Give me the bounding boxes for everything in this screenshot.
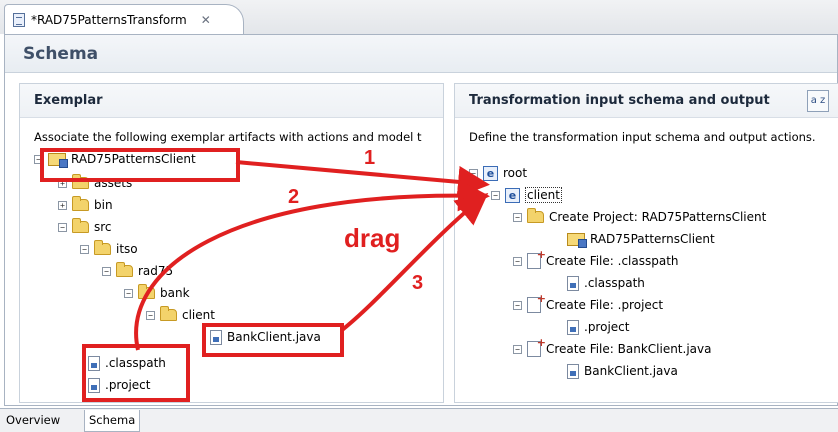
highlight-files-box xyxy=(82,344,190,402)
tree-item-label: Create File: BankClient.java xyxy=(546,342,712,356)
schema-node-project-file[interactable]: .project xyxy=(567,318,629,336)
folder-icon xyxy=(72,196,89,211)
create-file-icon xyxy=(527,292,546,313)
tree-item-label: client xyxy=(525,187,562,203)
folder-icon xyxy=(116,262,133,277)
annotation-step-2: 2 xyxy=(288,186,300,208)
collapse-icon[interactable]: − xyxy=(513,212,522,222)
create-file-icon xyxy=(527,336,546,357)
page-tab-bar: Overview Schema xyxy=(0,408,838,432)
schema-node-create-classpath[interactable]: − Create File: .classpath xyxy=(513,248,679,270)
collapse-icon[interactable]: − xyxy=(58,222,67,232)
editor-tab[interactable]: *RAD75PatternsTransform ✕ xyxy=(4,4,244,34)
tree-item-label: itso xyxy=(116,242,138,256)
project-icon xyxy=(567,232,587,248)
tree-item-label: .classpath xyxy=(584,276,645,290)
highlight-bankclient-box xyxy=(202,323,344,357)
schema-heading: Transformation input schema and output xyxy=(455,84,838,118)
expand-icon[interactable]: + xyxy=(58,200,67,210)
form-header: Schema xyxy=(5,35,837,73)
folder-icon xyxy=(94,240,111,255)
tree-item-rad75[interactable]: − rad75 xyxy=(102,262,173,280)
folder-icon xyxy=(160,306,177,321)
tree-item-src[interactable]: − src xyxy=(58,218,112,236)
folder-icon xyxy=(138,284,155,299)
document-icon xyxy=(13,12,25,27)
schema-section: Transformation input schema and output a… xyxy=(454,83,838,403)
collapse-icon[interactable]: − xyxy=(102,266,111,276)
schema-node-root[interactable]: − e root xyxy=(469,164,527,182)
element-icon: e xyxy=(483,165,498,181)
file-icon xyxy=(567,275,579,291)
editor-tab-bar: *RAD75PatternsTransform ✕ xyxy=(0,0,838,34)
tree-item-itso[interactable]: − itso xyxy=(80,240,138,258)
collapse-icon[interactable]: − xyxy=(146,310,155,320)
schema-node-create-project[interactable]: − Create Project: RAD75PatternsClient xyxy=(513,208,766,226)
collapse-icon[interactable]: − xyxy=(513,344,522,354)
collapse-icon[interactable]: − xyxy=(513,256,522,266)
collapse-icon[interactable]: − xyxy=(513,300,522,310)
schema-node-create-bankclient[interactable]: − Create File: BankClient.java xyxy=(513,336,712,358)
annotation-drag: drag xyxy=(344,223,401,253)
tree-item-client-folder[interactable]: − client xyxy=(146,306,215,324)
tree-item-label: Create Project: RAD75PatternsClient xyxy=(549,210,767,224)
collapse-icon[interactable]: − xyxy=(491,190,500,200)
collapse-icon[interactable]: − xyxy=(80,244,89,254)
folder-icon xyxy=(72,218,89,233)
tree-item-label: root xyxy=(503,166,528,180)
schema-node-bankclient[interactable]: BankClient.java xyxy=(567,362,678,380)
schema-node-create-project-file[interactable]: − Create File: .project xyxy=(513,292,664,314)
tree-item-label: .project xyxy=(584,320,630,334)
tree-item-bin[interactable]: + bin xyxy=(58,196,113,214)
tree-item-label: client xyxy=(182,308,215,322)
tree-item-label: src xyxy=(94,220,112,234)
tree-item-label: bin xyxy=(94,198,113,212)
create-file-icon xyxy=(527,248,546,269)
schema-description: Define the transformation input schema a… xyxy=(469,130,816,144)
java-file-icon xyxy=(567,363,579,379)
schema-node-classpath[interactable]: .classpath xyxy=(567,274,645,292)
schema-node-client[interactable]: − e client xyxy=(491,186,562,204)
sort-alphabetical-button[interactable]: a z xyxy=(807,90,829,112)
highlight-project-box xyxy=(40,148,240,182)
tree-item-bank[interactable]: − bank xyxy=(124,284,190,302)
tab-schema[interactable]: Schema xyxy=(84,410,141,432)
exemplar-heading: Exemplar xyxy=(20,84,443,118)
file-icon xyxy=(567,319,579,335)
editor-tab-title: *RAD75PatternsTransform xyxy=(31,12,187,27)
exemplar-description: Associate the following exemplar artifac… xyxy=(34,130,422,144)
tree-item-label: bank xyxy=(160,286,190,300)
close-icon[interactable]: ✕ xyxy=(201,13,211,27)
collapse-icon[interactable]: − xyxy=(469,168,478,178)
schema-node-project[interactable]: RAD75PatternsClient xyxy=(567,230,715,248)
tree-item-label: Create File: .classpath xyxy=(546,254,679,268)
tree-item-label: Create File: .project xyxy=(546,298,664,312)
create-project-icon xyxy=(527,208,544,223)
collapse-icon[interactable]: − xyxy=(124,288,133,298)
tree-item-label: RAD75PatternsClient xyxy=(590,232,715,246)
annotation-step-3: 3 xyxy=(412,272,424,294)
tree-item-label: rad75 xyxy=(138,264,174,278)
element-icon: e xyxy=(505,187,520,203)
tab-overview[interactable]: Overview xyxy=(2,410,64,432)
tree-item-label: BankClient.java xyxy=(584,364,678,378)
page-title: Schema xyxy=(23,43,99,64)
annotation-step-1: 1 xyxy=(364,147,376,169)
